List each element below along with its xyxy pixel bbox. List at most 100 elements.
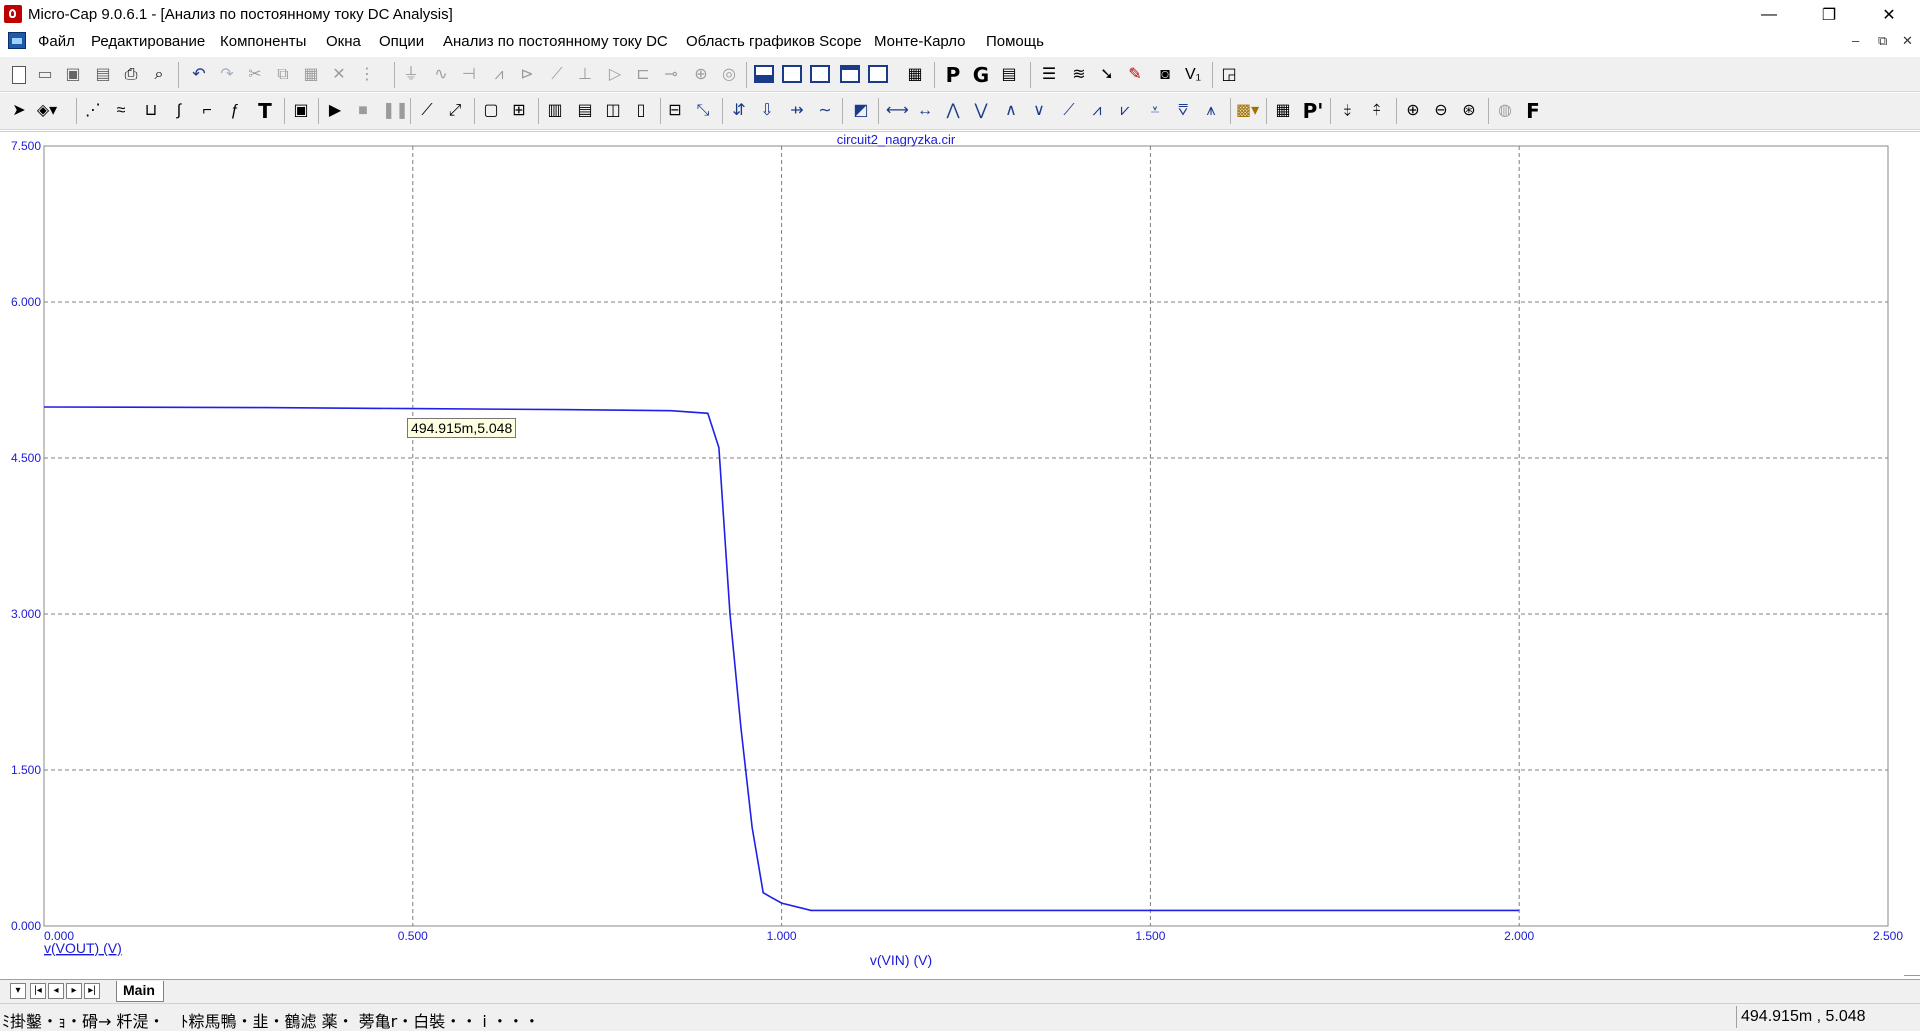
cursor-next-icon[interactable]: ⇵ [728, 101, 750, 121]
menu-scope[interactable]: Область графиков Scope [686, 33, 862, 50]
chart-properties-icon[interactable]: ◲ [1218, 65, 1240, 85]
inductor-icon[interactable]: ⊏ [632, 65, 654, 85]
global-high-icon[interactable]: ⩘ [1086, 101, 1108, 121]
delete-icon[interactable]: ✕ [328, 65, 350, 85]
calculator-icon[interactable]: ▦ [904, 65, 926, 85]
redo-icon[interactable]: ↷ [216, 65, 238, 85]
menu-dc-analysis[interactable]: Анализ по постоянному току DC [443, 33, 668, 50]
vertical-grid-icon[interactable]: ◫ [602, 101, 624, 121]
battery-icon[interactable]: ⊸ [660, 65, 682, 85]
switch-icon[interactable]: ⊥ [574, 65, 596, 85]
top-icon[interactable]: ⩡ [1144, 101, 1166, 121]
peak-icon[interactable]: ⋀ [942, 101, 964, 121]
current-source-icon[interactable]: ◎ [718, 65, 740, 85]
bottom-icon[interactable]: ⩢ [1172, 101, 1194, 121]
chart-options-icon[interactable]: ◩ [850, 101, 872, 121]
p-prime-icon[interactable]: P' [1298, 101, 1328, 121]
opamp-icon[interactable]: ▷ [604, 65, 626, 85]
frame-icon[interactable]: ▢ [480, 101, 502, 121]
low-icon[interactable]: ∨ [1028, 101, 1050, 121]
prev-tab-button[interactable]: ◂ [48, 983, 64, 999]
column-grid-icon[interactable]: ▯ [630, 101, 652, 121]
global-low-icon[interactable]: ⩗ [1114, 101, 1136, 121]
probe-icon[interactable]: ➘ [1096, 65, 1118, 85]
document-window-icon[interactable] [8, 32, 26, 49]
run-icon[interactable]: ▶ [324, 101, 346, 121]
high-icon[interactable]: ∧ [1000, 101, 1022, 121]
cursor-data-icon[interactable]: ⇸ [786, 101, 808, 121]
scale-icon[interactable]: ⋰ [82, 101, 104, 121]
pen-icon[interactable]: ✎ [1124, 65, 1146, 85]
new-file-icon[interactable] [8, 65, 30, 85]
cursor-right-icon[interactable]: ↔ [914, 101, 936, 121]
diode-icon[interactable]: ⊳ [516, 65, 538, 85]
zoom-in-icon[interactable]: ⊕ [1402, 101, 1424, 121]
curve-scale-icon[interactable]: ∫ [168, 101, 190, 121]
tab-main[interactable]: Main [116, 981, 164, 1002]
open-file-icon[interactable]: ▭ [34, 65, 56, 85]
menu-file[interactable]: Файл [38, 33, 75, 50]
horizontal-grid-icon[interactable]: ▤ [574, 101, 596, 121]
menu-monte-carlo[interactable]: Монте-Карло [874, 33, 966, 50]
scope-icon[interactable]: ◙ [1154, 65, 1176, 85]
next-tab-button[interactable]: ▸ [66, 983, 82, 999]
resistor-icon[interactable]: ⩘ [488, 65, 510, 85]
dc-analysis-plot[interactable]: 0.0001.5003.0004.5006.0007.5000.000 0.500… [0, 131, 1920, 979]
capacitor-icon[interactable]: ⊣ [458, 65, 480, 85]
last-tab-button[interactable]: ▸| [84, 983, 100, 999]
restore-button[interactable]: ❐ [1806, 0, 1852, 29]
tile-horizontal-icon[interactable] [754, 65, 776, 85]
grid-text-icon[interactable]: ▤ [998, 65, 1020, 85]
source-icon[interactable]: ⊕ [690, 65, 712, 85]
y-axis-name[interactable]: v(VOUT) (V) [44, 940, 122, 956]
table-icon[interactable]: ▦ [1272, 101, 1294, 121]
pause-icon[interactable]: ❚❚ [382, 101, 409, 121]
mdi-minimize-button[interactable]: – [1852, 33, 1859, 48]
wave-curve-icon[interactable]: ∼ [814, 101, 836, 121]
mdi-close-button[interactable]: ✕ [1902, 33, 1913, 49]
text-p-icon[interactable]: P [942, 65, 964, 85]
paste-icon[interactable]: ▦ [300, 65, 322, 85]
cursor-mode-icon[interactable]: ⤡ [692, 101, 714, 121]
print-icon[interactable]: ⎙ [120, 65, 142, 85]
valley-icon[interactable]: ⋁ [970, 101, 992, 121]
tag-horizontal-icon[interactable]: ⤉ [1366, 101, 1388, 121]
cursor-prev-icon[interactable]: ⇩ [756, 101, 778, 121]
print-preview-icon[interactable]: ⌕ [148, 65, 170, 85]
zoom-fit-icon[interactable]: ⊛ [1458, 101, 1480, 121]
tag-vertical-icon[interactable]: ⤈ [1336, 101, 1358, 121]
menu-options[interactable]: Опции [379, 33, 424, 50]
tab-menu-button[interactable]: ▾ [10, 983, 26, 999]
close-button[interactable]: ✕ [1866, 0, 1912, 29]
ground-icon[interactable]: ⏚ [400, 65, 422, 85]
wire-icon[interactable]: ∿ [430, 65, 452, 85]
menu-help[interactable]: Помощь [986, 33, 1044, 50]
peak-to-peak-icon[interactable]: ⩚ [1200, 101, 1222, 121]
list-icon[interactable]: ☰ [1038, 65, 1060, 85]
menu-edit[interactable]: Редактирование [91, 33, 205, 50]
shape-select-icon[interactable]: ◈▾ [36, 101, 58, 121]
baseline-icon[interactable]: ⊟ [664, 101, 686, 121]
menu-windows[interactable]: Окна [326, 33, 361, 50]
transistor-icon[interactable]: ⟋ [546, 65, 568, 85]
menu-components[interactable]: Компоненты [220, 33, 306, 50]
undo-icon[interactable]: ↶ [188, 65, 210, 85]
grid-icon[interactable]: ⊞ [508, 101, 530, 121]
axis-scale-icon[interactable]: ⊔ [140, 101, 162, 121]
line-tool-icon[interactable]: ⟋ [416, 101, 438, 121]
minor-grid-icon[interactable]: ▥ [544, 101, 566, 121]
step-icon[interactable]: ⌐ [196, 101, 218, 121]
waveform-icon[interactable]: ≋ [1068, 65, 1090, 85]
select-all-icon[interactable]: ⋮ [356, 65, 378, 85]
tile-vertical-icon[interactable] [782, 65, 804, 85]
zoom-out-icon[interactable]: ⊖ [1430, 101, 1452, 121]
cursor-left-icon[interactable]: ⟷ [886, 101, 909, 121]
fx-icon[interactable]: ƒ [224, 101, 246, 121]
cube-dropdown-icon[interactable]: ▩▾ [1236, 101, 1259, 121]
split-window-icon[interactable] [868, 65, 890, 85]
minimize-button[interactable]: — [1746, 0, 1792, 29]
properties-icon[interactable]: ▣ [290, 101, 312, 121]
cascade-icon[interactable] [810, 65, 832, 85]
text-tool-icon[interactable]: T [254, 101, 276, 121]
select-arrow-icon[interactable]: ➤ [8, 101, 30, 121]
